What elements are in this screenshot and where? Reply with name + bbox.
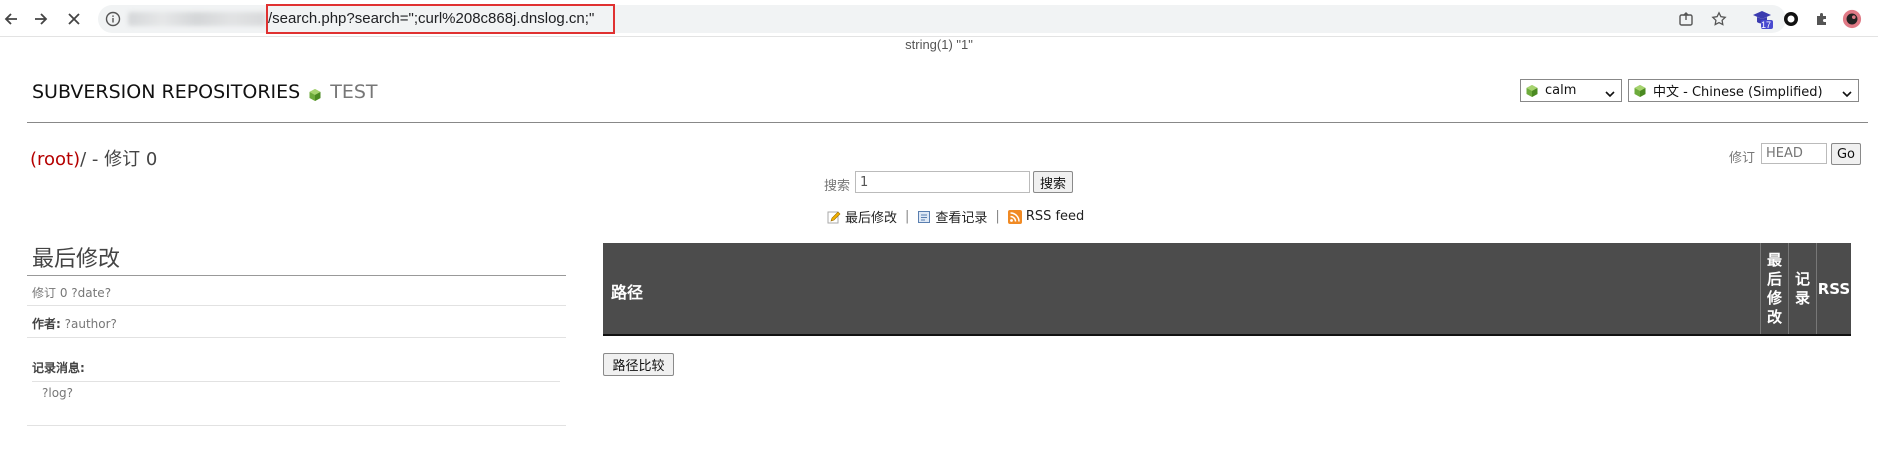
language-select[interactable]: 中文 - Chinese (Simplified) [1628, 79, 1859, 102]
column-header-log: 记 录 [1788, 243, 1816, 334]
log-message-label: 记录消息: [32, 361, 85, 375]
path-breadcrumb: (root)/ - 修订 0 [30, 145, 157, 171]
project-cube-icon [308, 85, 322, 101]
search-input[interactable] [855, 171, 1030, 193]
profile-avatar[interactable] [1842, 9, 1862, 29]
root-link[interactable]: (root) [30, 149, 80, 170]
action-links: 最后修改 | 查看记录 | RSS feed [827, 207, 1084, 226]
revision-label: 修订 [1729, 151, 1756, 166]
column-header-rss: RSS [1816, 243, 1851, 334]
extensions-puzzle-icon[interactable] [1812, 9, 1832, 29]
log-document-icon [917, 210, 931, 224]
chevron-down-icon [1842, 87, 1852, 102]
link-separator: | [905, 209, 910, 224]
chevron-down-icon [1605, 87, 1615, 102]
compare-paths-button[interactable]: 路径比较 [603, 353, 674, 376]
row-divider [27, 425, 566, 426]
browser-toolbar: /search.php?search=";curl%208c868j.dnslo… [0, 0, 1878, 37]
rss-feed-link[interactable]: RSS feed [1007, 209, 1085, 224]
extension-ring-icon[interactable] [1781, 9, 1801, 29]
back-icon[interactable] [0, 8, 22, 30]
bookmark-star-icon[interactable] [1709, 9, 1729, 29]
author-value: ?author? [64, 317, 117, 331]
language-select-value: 中文 - Chinese (Simplified) [1653, 85, 1823, 100]
last-modified-divider [27, 275, 566, 276]
language-cube-icon [1633, 84, 1647, 98]
share-icon[interactable] [1676, 9, 1696, 29]
row-divider [27, 305, 566, 306]
revision-date-line: 修订 0 ?date? [32, 286, 112, 300]
pencil-icon [827, 210, 841, 224]
last-modified-heading: 最后修改 [32, 247, 121, 272]
revision-input[interactable] [1761, 143, 1827, 164]
view-log-link[interactable]: 查看记录 [917, 207, 987, 226]
template-select-value: calm [1545, 83, 1577, 98]
search-button[interactable]: 搜索 [1033, 171, 1073, 193]
go-button[interactable]: Go [1831, 143, 1861, 165]
repository-title: SUBVERSION REPOSITORIES TEST [32, 81, 378, 103]
log-message-label-row: 记录消息: [32, 359, 85, 376]
debug-output: string(1) "1" [905, 37, 973, 52]
column-header-path[interactable]: 路径 [611, 279, 643, 303]
template-select[interactable]: calm [1520, 79, 1622, 102]
extension-cap-icon[interactable]: 17 [1750, 9, 1774, 30]
last-modified-link[interactable]: 最后修改 [827, 207, 897, 226]
project-name[interactable]: TEST [330, 81, 377, 103]
log-message-value: ?log? [42, 386, 74, 400]
column-header-last-modified: 最 后 修 改 [1760, 243, 1788, 334]
template-cube-icon [1525, 84, 1539, 98]
search-label: 搜索 [824, 179, 851, 194]
view-log-label: 查看记录 [935, 211, 988, 226]
forward-icon[interactable] [30, 8, 52, 30]
directory-table-header: 路径 最 后 修 改 记 录 RSS [603, 243, 1851, 336]
path-rest: / - 修订 0 [80, 149, 158, 170]
site-title: SUBVERSION REPOSITORIES [32, 81, 301, 103]
rss-icon [1007, 209, 1022, 224]
log-message-divider [32, 381, 560, 382]
last-modified-label: 最后修改 [845, 211, 898, 226]
author-line: 作者: ?author? [32, 315, 117, 332]
redacted-host [128, 12, 266, 26]
header-divider [27, 122, 1868, 123]
site-info-icon[interactable] [105, 11, 121, 27]
stop-loading-icon[interactable] [63, 8, 85, 30]
author-label: 作者: [32, 317, 61, 331]
url-highlight-box [266, 4, 615, 34]
rss-feed-label: RSS feed [1025, 209, 1085, 224]
link-separator: | [995, 209, 1000, 224]
row-divider [27, 337, 566, 338]
extension-badge: 17 [1761, 20, 1772, 30]
